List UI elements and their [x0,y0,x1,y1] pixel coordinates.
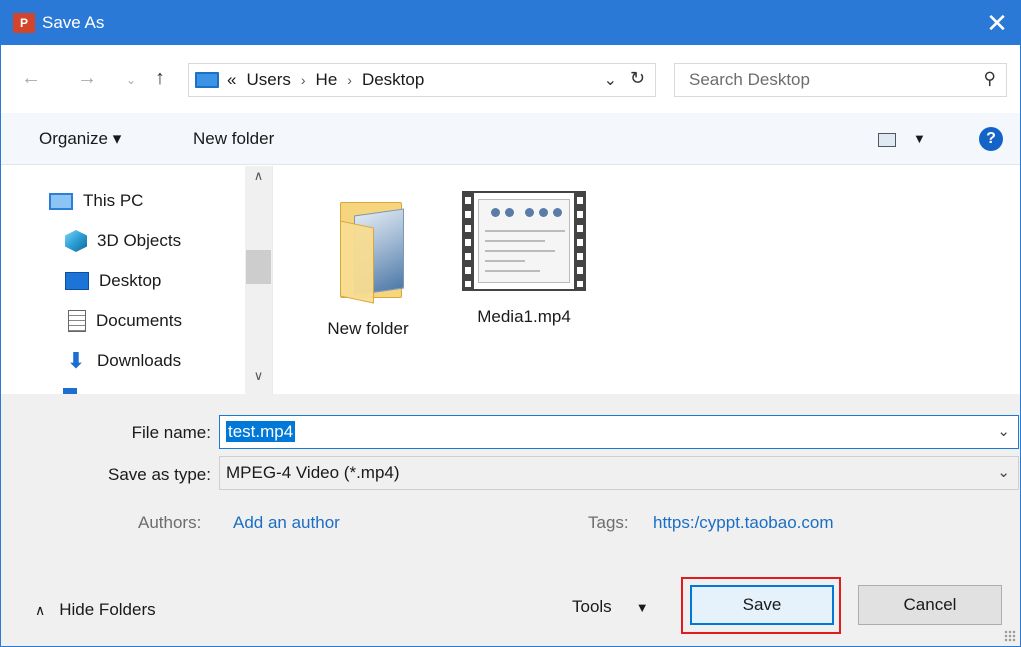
3d-objects-icon [65,230,87,252]
computer-icon [49,192,73,210]
breadcrumb-separator[interactable]: › [347,72,352,88]
toolbar: Organize ▾ New folder ▼ ? [1,113,1020,165]
nav-item-downloads[interactable]: ⬇ Downloads [65,347,181,375]
file-name-label: File name: [131,423,211,442]
breadcrumb-users[interactable]: Users [246,70,290,90]
breadcrumb-separator[interactable]: › [301,72,306,88]
desktop-icon [65,272,89,290]
save-options-panel: File name: test.mp4 ⌄ Save as type: MPEG… [1,394,1020,646]
scroll-up-icon[interactable]: ∧ [245,168,272,184]
dialog-title: Save As [42,13,105,32]
chevron-down-icon[interactable]: ▼ [913,131,926,146]
computer-icon [195,72,219,88]
nav-item-label: This PC [83,191,144,210]
breadcrumb-desktop[interactable]: Desktop [362,70,424,90]
chevron-down-icon[interactable]: ⌄ [997,422,1010,440]
chevron-down-icon: ▼ [635,599,649,615]
navigation-pane: This PC 3D Objects Desktop Documents ⬇ D… [1,166,273,394]
folder-icon [332,188,404,304]
back-arrow-icon[interactable]: ← [21,67,41,90]
search-input[interactable] [687,69,967,91]
help-icon[interactable]: ? [979,127,1003,151]
breadcrumb-overflow[interactable]: « [227,70,236,90]
save-as-type-select[interactable]: MPEG-4 Video (*.mp4) ⌄ [219,456,1019,490]
recent-locations-chevron-icon[interactable]: ⌄ [126,73,136,87]
title-bar: P Save As ✕ [1,1,1020,45]
address-row: ← → ⌄ ↑ « Users › He › Desktop ⌄ ↻ ⚲ [1,45,1020,113]
file-item-new-folder[interactable]: New folder [293,188,443,339]
scrollbar-thumb[interactable] [246,250,271,284]
nav-item-3d-objects[interactable]: 3D Objects [65,227,181,255]
file-list: New folder Media1.mp4 [274,166,1020,394]
save-as-type-value: MPEG-4 Video (*.mp4) [226,463,400,482]
chevron-down-icon[interactable]: ⌄ [604,70,617,90]
nav-item-label: Downloads [97,351,182,370]
nav-item-this-pc[interactable]: This PC [49,187,143,215]
nav-item-label: 3D Objects [97,231,182,250]
organize-menu[interactable]: Organize ▾ [39,129,121,149]
downloads-icon: ⬇ [66,348,86,373]
file-label: New folder [327,319,409,338]
close-button[interactable]: ✕ [974,1,1020,45]
resize-grip[interactable] [1004,630,1016,642]
file-label: Media1.mp4 [477,307,571,326]
breadcrumb-he[interactable]: He [316,70,338,90]
file-item-media1[interactable]: Media1.mp4 [449,191,599,327]
nav-item-label: Desktop [99,271,162,290]
file-name-input[interactable]: test.mp4 ⌄ [219,415,1019,449]
hide-folders-button[interactable]: ∧ Hide Folders [35,600,156,620]
search-icon[interactable]: ⚲ [984,69,996,89]
cancel-button[interactable]: Cancel [858,585,1002,625]
tags-label: Tags: [588,513,629,532]
tags-value[interactable]: https:/cyppt.taobao.com [653,513,834,533]
save-as-type-label: Save as type: [107,465,211,484]
documents-icon [68,310,86,332]
hide-folders-label: Hide Folders [59,600,156,619]
chevron-up-icon: ∧ [35,601,46,618]
address-bar[interactable]: « Users › He › Desktop ⌄ ↻ [188,63,656,97]
search-box: ⚲ [674,63,1007,97]
new-folder-button[interactable]: New folder [193,129,274,149]
add-author-link[interactable]: Add an author [233,513,340,533]
powerpoint-app-icon: P [13,13,35,33]
nav-item-documents[interactable]: Documents [65,307,182,335]
scroll-down-icon[interactable]: ∨ [245,368,272,384]
nav-item-label: Documents [96,311,182,330]
video-file-icon [462,191,586,291]
close-icon: ✕ [986,7,1008,38]
tools-label: Tools [572,597,612,616]
authors-label: Authors: [138,513,202,532]
save-button[interactable]: Save [690,585,834,625]
navigation-scrollbar[interactable]: ∧ ∨ [245,166,272,394]
forward-arrow-icon[interactable]: → [77,67,97,90]
refresh-icon[interactable]: ↻ [630,68,645,89]
chevron-down-icon[interactable]: ⌄ [997,463,1010,481]
breadcrumb: « Users › He › Desktop [227,70,424,90]
nav-item-desktop[interactable]: Desktop [65,267,161,295]
file-name-value[interactable]: test.mp4 [226,421,296,442]
save-as-dialog: P Save As ✕ ← → ⌄ ↑ « Users › He › Deskt… [0,0,1021,647]
up-arrow-icon[interactable]: ↑ [155,67,165,90]
change-view-icon[interactable] [878,133,896,147]
tools-menu[interactable]: Tools ▼ [572,597,649,617]
